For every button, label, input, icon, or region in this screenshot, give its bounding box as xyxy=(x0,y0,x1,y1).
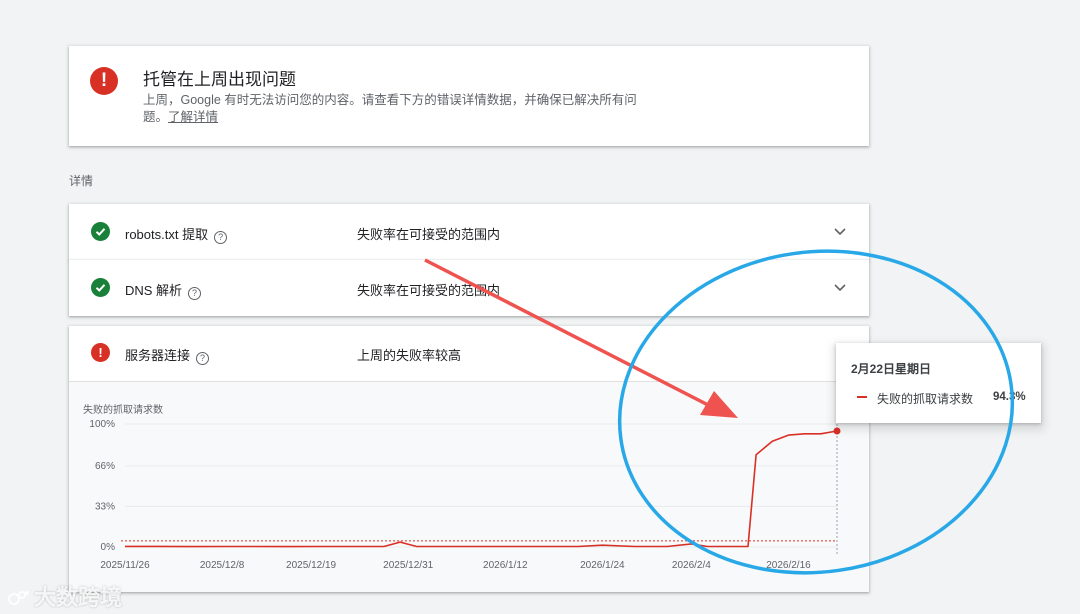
chart-xtick-label: 2025/12/31 xyxy=(383,560,433,571)
chart-xtick-label: 2026/2/16 xyxy=(766,560,811,571)
row-status: 失败率在可接受的范围内 xyxy=(357,227,501,242)
chart-highlight-point xyxy=(833,427,841,435)
chart-ytick-label: 100% xyxy=(89,419,115,430)
alert-title: 托管在上周出现问题 xyxy=(143,70,296,89)
row-title: robots.txt 提取? xyxy=(125,224,228,244)
check-icon xyxy=(91,278,110,297)
row-title: DNS 解析? xyxy=(125,280,202,300)
chart-xtick-label: 2025/12/19 xyxy=(286,560,336,571)
chart-xtick-label: 2025/12/8 xyxy=(200,560,245,571)
row-title: 服务器连接? xyxy=(125,345,210,365)
chart-ylabel: 失败的抓取请求数 xyxy=(83,403,163,416)
watermark: 大数跨境 xyxy=(8,580,122,612)
alert-card: ! 托管在上周出现问题 上周，Google 有时无法访问您的内容。请查看下方的错… xyxy=(69,46,869,146)
failure-chart: 失败的抓取请求数 100% 66% 33% 0% 2025/11/26 2025/12/8 2… xyxy=(69,382,869,592)
row-status: 失败率在可接受的范围内 xyxy=(357,283,501,298)
server-connectivity-row[interactable]: ! 服务器连接? 上周的失败率较高 xyxy=(69,326,869,382)
server-connectivity-card: ! 服务器连接? 上周的失败率较高 失败的抓取请求数 100% 66% 33% 0% 20… xyxy=(69,326,869,592)
watermark-logo-icon xyxy=(8,591,29,605)
tooltip-date: 2月22日星期日 xyxy=(851,362,932,376)
exclamation-icon: ! xyxy=(91,343,110,362)
dns-resolution-row[interactable]: DNS 解析? 失败率在可接受的范围内 xyxy=(69,260,869,316)
details-heading: 详情 xyxy=(69,174,94,188)
help-icon[interactable]: ? xyxy=(214,231,228,244)
chart-tooltip: 2月22日星期日 失败的抓取请求数 94.3% xyxy=(836,343,1041,423)
robots-fetch-row[interactable]: robots.txt 提取? 失败率在可接受的范围内 xyxy=(69,204,869,260)
tooltip-series-swatch xyxy=(857,396,867,398)
chart-ytick-label: 66% xyxy=(95,461,115,472)
chart-xtick-label: 2026/2/4 xyxy=(672,560,711,571)
check-icon xyxy=(91,222,110,241)
tooltip-series-name: 失败的抓取请求数 xyxy=(877,392,974,406)
failure-chart-svg: 失败的抓取请求数 100% 66% 33% 0% 2025/11/26 2025/12/8 2… xyxy=(83,403,841,571)
help-icon[interactable]: ? xyxy=(196,352,210,365)
row-status: 上周的失败率较高 xyxy=(357,348,462,363)
chevron-down-icon[interactable] xyxy=(833,280,847,294)
error-icon: ! xyxy=(90,67,118,95)
chart-xtick-label: 2026/1/12 xyxy=(483,560,528,571)
help-icon[interactable]: ? xyxy=(188,287,202,300)
chevron-down-icon[interactable] xyxy=(833,224,847,238)
chart-ytick-label: 33% xyxy=(95,501,115,512)
chart-ytick-label: 0% xyxy=(101,542,116,553)
chart-xtick-label: 2026/1/24 xyxy=(580,560,625,571)
chart-xtick-label: 2025/11/26 xyxy=(100,560,150,571)
alert-body: 上周，Google 有时无法访问您的内容。请查看下方的错误详情数据，并确保已解决… xyxy=(143,92,653,126)
learn-more-link[interactable]: 了解详情 xyxy=(168,110,218,124)
chart-series-line xyxy=(125,430,838,548)
tooltip-value: 94.3% xyxy=(993,391,1026,403)
